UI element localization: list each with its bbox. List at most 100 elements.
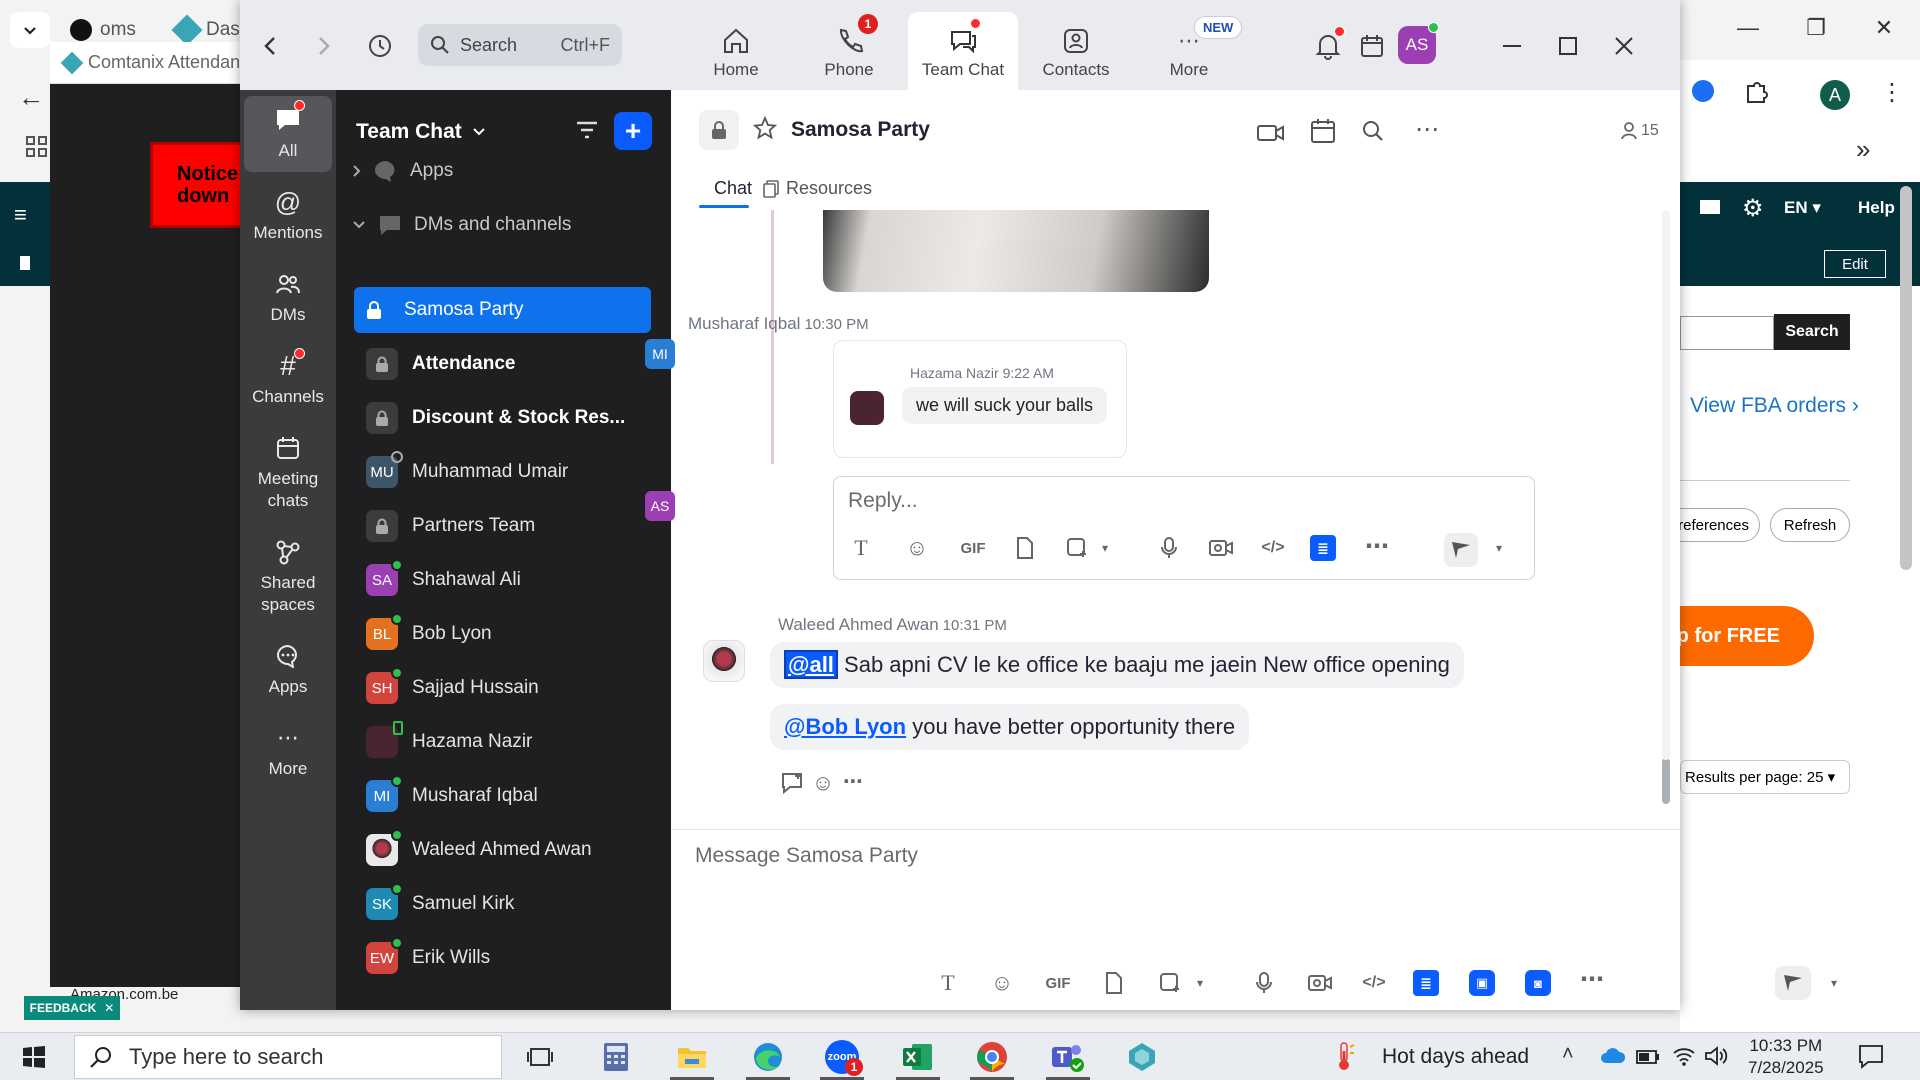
filter-button[interactable]	[574, 118, 604, 148]
minimize-button[interactable]: —	[1722, 10, 1774, 46]
sidebar-item-waleed-ahmed-awan[interactable]: Waleed Ahmed Awan	[354, 827, 651, 873]
sender-avatar[interactable]: MI	[645, 339, 675, 369]
chrome-icon[interactable]	[968, 1037, 1016, 1080]
screenshot-icon[interactable]	[1155, 968, 1185, 998]
message-bubble[interactable]: @Bob Lyon you have better opportunity th…	[770, 704, 1250, 750]
message-more-icon[interactable]: ⋯	[838, 766, 868, 796]
tab-resources[interactable]: Resources	[762, 178, 872, 199]
rail-dms[interactable]: DMs	[244, 260, 332, 326]
microphone-icon[interactable]	[1249, 968, 1279, 998]
rail-more[interactable]: ⋯ More	[244, 714, 332, 780]
weather-text[interactable]: Hot days ahead	[1382, 1045, 1529, 1069]
forward-button[interactable]	[306, 28, 342, 64]
mail-icon[interactable]	[1700, 200, 1720, 214]
hamburger-icon[interactable]: ≡	[14, 202, 27, 228]
task-view-icon[interactable]	[516, 1037, 564, 1077]
search-icon[interactable]	[1358, 116, 1388, 146]
nav-contacts[interactable]: Contacts	[1021, 12, 1131, 90]
search-input[interactable]: Search Ctrl+F	[418, 24, 622, 66]
rail-apps[interactable]: Apps	[244, 632, 332, 698]
new-chat-button[interactable]: +	[614, 112, 652, 150]
extension-icon[interactable]	[1692, 80, 1714, 102]
rail-all[interactable]: All	[244, 96, 332, 172]
sidebar-item-hazama-nazir[interactable]: Hazama Nazir	[354, 719, 651, 765]
rail-meeting-chats[interactable]: Meeting chats	[244, 424, 332, 512]
tab-list-button[interactable]	[10, 12, 50, 48]
sidebar-item-musharaf-iqbal[interactable]: MI Musharaf Iqbal	[354, 773, 651, 819]
video-message-icon[interactable]	[1305, 968, 1335, 998]
microphone-icon[interactable]	[1154, 533, 1184, 563]
profile-avatar[interactable]: A	[1820, 80, 1850, 110]
app-integration-icon[interactable]: ≣	[1310, 535, 1336, 561]
nav-more[interactable]: ⋯ NEW More	[1134, 12, 1244, 90]
format-text-icon[interactable]: T	[933, 968, 963, 998]
onedrive-cloud-icon[interactable]	[1600, 1047, 1626, 1065]
taskbar-search-input[interactable]: Type here to search	[74, 1035, 502, 1079]
gif-button[interactable]: GIF	[958, 533, 988, 563]
more-options-icon[interactable]: ⋯	[1412, 114, 1442, 144]
section-apps[interactable]: Apps	[352, 160, 453, 182]
back-arrow-icon[interactable]: ←	[18, 82, 44, 113]
emoji-icon[interactable]: ☺	[902, 533, 932, 563]
bookmark-icon[interactable]	[20, 256, 30, 270]
screenshot-icon[interactable]	[1062, 533, 1092, 563]
sender-avatar[interactable]	[703, 640, 745, 682]
edit-button[interactable]: Edit	[1824, 250, 1886, 278]
file-icon[interactable]	[1099, 968, 1129, 998]
gif-button[interactable]: GIF	[1043, 968, 1073, 998]
more-tools-icon[interactable]: ⋯	[1362, 531, 1392, 561]
thread-reply-box[interactable]: Reply... T ☺ GIF ▾ </> ≣ ⋯ ▾	[833, 476, 1535, 580]
format-text-icon[interactable]: T	[846, 533, 876, 563]
message-bubble[interactable]: @all Sab apni CV le ke office ke baaju m…	[770, 642, 1464, 688]
system-clock[interactable]: 10:33 PM 7/28/2025	[1748, 1035, 1824, 1079]
file-icon[interactable]	[1010, 533, 1040, 563]
reply-thread-icon[interactable]	[778, 768, 808, 798]
shared-image[interactable]	[823, 210, 1209, 292]
member-count-button[interactable]: 15	[1621, 122, 1659, 140]
rail-shared-spaces[interactable]: Shared spaces	[244, 528, 332, 616]
calendar-icon[interactable]	[1308, 116, 1338, 146]
file-explorer-icon[interactable]	[668, 1037, 716, 1080]
star-icon[interactable]	[753, 116, 777, 140]
rail-mentions[interactable]: @ Mentions	[244, 178, 332, 244]
tab-chat[interactable]: Chat	[714, 178, 752, 199]
send-icon[interactable]	[1444, 533, 1478, 567]
double-chevron-icon[interactable]: »	[1856, 134, 1870, 165]
quoted-message-card[interactable]: Hazama Nazir 9:22 AM we will suck your b…	[833, 340, 1127, 458]
teams-icon[interactable]	[1044, 1037, 1092, 1080]
sidebar-item-attendance[interactable]: Attendance	[354, 341, 651, 387]
message-scrollbar[interactable]	[1662, 758, 1670, 804]
history-button[interactable]	[362, 28, 398, 64]
calculator-icon[interactable]	[592, 1037, 640, 1077]
chevron-down-icon[interactable]: ▾	[1484, 533, 1514, 563]
sidebar-item-discount-stock[interactable]: Discount & Stock Res...	[354, 395, 651, 441]
attendance-app-icon[interactable]	[1118, 1037, 1166, 1077]
windows-start-button[interactable]	[10, 1037, 58, 1077]
wifi-icon[interactable]	[1672, 1045, 1696, 1067]
app-integration-icon[interactable]: ◙	[1525, 970, 1551, 996]
help-link[interactable]: Help	[1858, 198, 1895, 218]
code-block-icon[interactable]: </>	[1258, 533, 1288, 563]
app-integration-icon[interactable]: ≣	[1413, 970, 1439, 996]
rail-channels[interactable]: # Channels	[244, 342, 332, 408]
maximize-button[interactable]	[1550, 28, 1586, 64]
battery-icon[interactable]	[1636, 1049, 1660, 1065]
send-icon[interactable]	[1775, 966, 1811, 1000]
weather-thermometer-icon[interactable]	[1334, 1041, 1356, 1071]
results-per-page-select[interactable]: Results per page: 25 ▾	[1680, 760, 1850, 794]
app-integration-icon[interactable]: ▣	[1469, 970, 1495, 996]
edge-browser-icon[interactable]	[744, 1037, 792, 1080]
sidebar-item-bob-lyon[interactable]: BL Bob Lyon	[354, 611, 651, 657]
chevron-up-icon[interactable]: ˄	[1562, 1043, 1574, 1066]
mention-all[interactable]: @all	[784, 650, 838, 679]
page-search-button[interactable]: Search	[1774, 314, 1850, 350]
close-button[interactable]	[1606, 28, 1642, 64]
apps-grid-icon[interactable]	[26, 136, 48, 158]
feedback-button[interactable]: FEEDBACK ✕	[24, 996, 120, 1020]
page-search-input[interactable]	[1680, 316, 1774, 350]
video-icon[interactable]	[1256, 118, 1286, 148]
notifications-button[interactable]	[1310, 26, 1346, 64]
nav-team-chat[interactable]: Team Chat	[908, 12, 1018, 90]
sidebar-item-samosa-party[interactable]: Samosa Party	[354, 287, 651, 333]
mention-bob-lyon[interactable]: @Bob Lyon	[784, 714, 906, 739]
